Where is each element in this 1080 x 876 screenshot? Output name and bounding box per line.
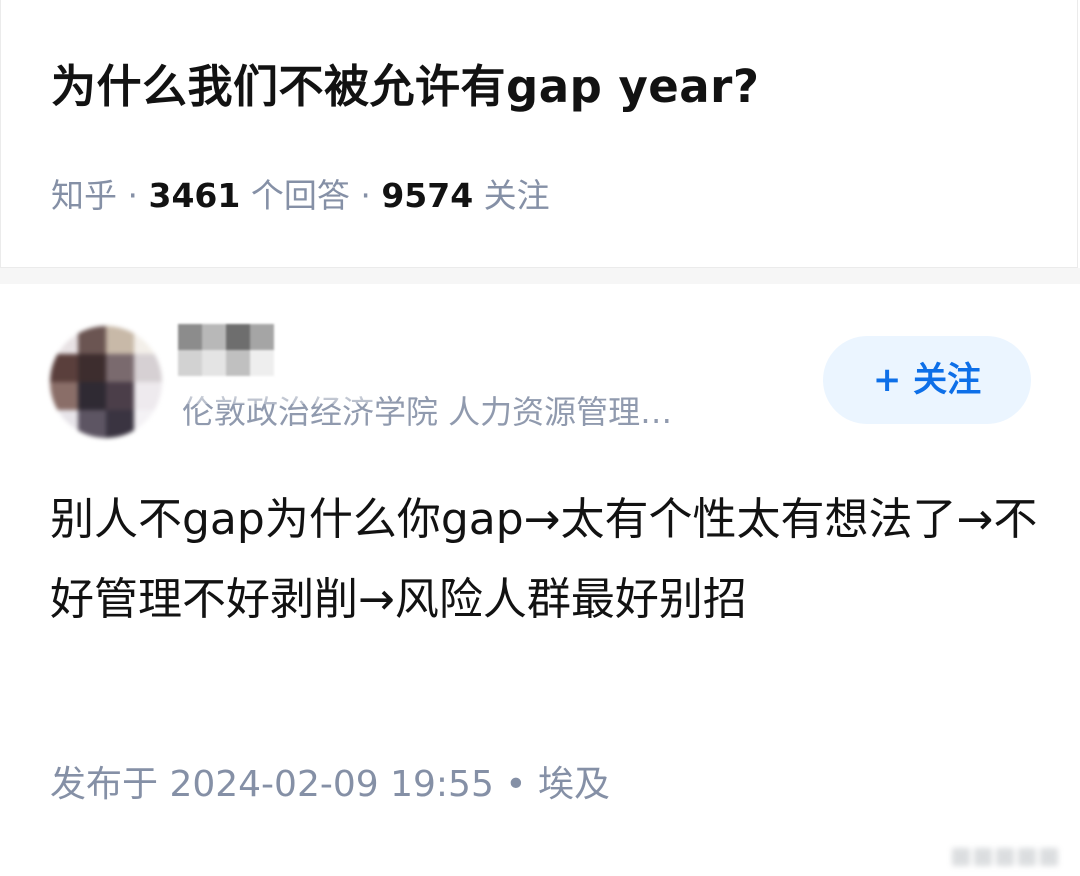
followers-count: 9574 [381,176,474,215]
avatar-pixel [134,326,162,354]
answer-publish-info: 发布于 2024-02-09 19:55 • 埃及 [50,764,610,805]
question-title[interactable]: 为什么我们不被允许有gap year? [51,52,759,122]
avatar-pixel [78,354,106,382]
avatar-pixel [106,382,134,410]
avatar-pixel [78,326,106,354]
name-pixel [202,350,226,376]
author-name-redacted[interactable] [178,324,274,376]
answers-label: 个回答 [240,176,350,215]
avatar-pixel [50,326,78,354]
author-description-mask [176,380,376,404]
meta-separator: · [117,176,149,215]
answer-content[interactable]: 别人不gap为什么你gap→太有个性太有想法了→不好管理不好剥削→风险人群最好别… [50,480,1040,640]
source-label: 知乎 [51,176,117,215]
name-pixel [178,350,202,376]
section-divider [0,268,1080,284]
avatar-pixel [50,382,78,410]
name-pixel [226,350,250,376]
question-card[interactable]: 为什么我们不被允许有gap year? 知乎 · 3461 个回答 · 9574… [0,0,1078,268]
avatar-pixel [134,410,162,438]
avatar-pixel [134,382,162,410]
answers-count: 3461 [148,176,241,215]
avatar-pixel [106,354,134,382]
watermark-logo [952,842,1072,872]
name-pixel [250,324,274,350]
name-pixel [178,324,202,350]
avatar[interactable] [50,326,162,438]
avatar-pixel [78,410,106,438]
avatar-pixel [106,410,134,438]
name-pixel [250,350,274,376]
meta-separator: · [349,176,382,215]
question-meta: 知乎 · 3461 个回答 · 9574 关注 [51,172,550,220]
avatar-pixel [50,354,78,382]
name-pixel [202,324,226,350]
follow-button[interactable]: + 关注 [823,336,1031,424]
answer-card: 伦敦政治经济学院 人力资源管理… + 关注 别人不gap为什么你gap→太有个性… [0,284,1080,876]
avatar-pixel [50,410,78,438]
name-pixel [226,324,250,350]
followers-label: 关注 [473,176,550,215]
avatar-pixel [106,326,134,354]
avatar-pixel [78,382,106,410]
avatar-pixel [134,354,162,382]
